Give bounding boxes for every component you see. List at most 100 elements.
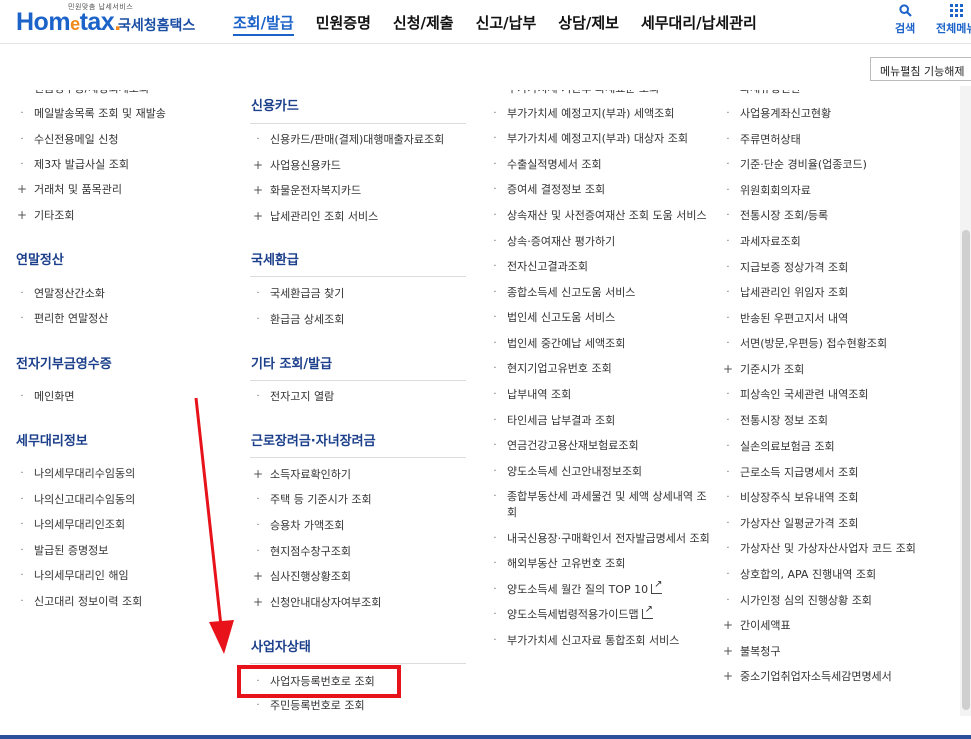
list-item[interactable]: + 기준시가 조회	[720, 363, 804, 376]
list-item[interactable]: · 제3자 발급사실 조회	[14, 159, 129, 171]
list-item[interactable]: · 피상속인 국세관련 내역조회	[720, 389, 868, 401]
list-item[interactable]: · 국세환급금 찾기	[250, 288, 344, 300]
list-item[interactable]: · 서면(방문,우편등) 접수현황조회	[720, 338, 887, 350]
list-item[interactable]: · 전통시장 조회/등록	[720, 210, 828, 222]
list-item[interactable]: · 납부내역 조회	[487, 389, 571, 401]
nav-consult-report[interactable]: 상담/제보	[547, 0, 630, 44]
list-item[interactable]: · 비상장주식 보유내역 조회	[720, 492, 858, 504]
list-item[interactable]: · 전자신고결과조회	[487, 261, 588, 273]
list-item[interactable]: + 거래처 및 품목관리	[14, 183, 122, 196]
list-item[interactable]: · 승용차 가액조회	[250, 520, 344, 532]
list-item[interactable]: + 사업용신용카드	[250, 159, 341, 172]
section-title-other-inquiry[interactable]: 기타 조회/발급	[251, 353, 332, 373]
list-item[interactable]: + 납세관리인 조회 서비스	[250, 210, 378, 223]
list-item[interactable]: + 기타조회	[14, 209, 75, 222]
section-title-credit-card[interactable]: 신용카드	[251, 95, 299, 115]
list-item[interactable]: · 나의신고대리수임동의	[14, 494, 135, 506]
section-title-tax-refund[interactable]: 국세환급	[251, 249, 299, 269]
nav-civil-certificate[interactable]: 민원증명	[305, 0, 382, 44]
list-item[interactable]: · 반송된 우편고지서 내역	[720, 313, 848, 325]
list-item[interactable]: · 위원회회의자료	[720, 185, 810, 197]
expand-plus-icon: +	[722, 644, 734, 658]
section-title-tax-agent-info[interactable]: 세무대리정보	[16, 430, 88, 450]
list-item[interactable]: · 발급된 증명정보	[14, 545, 108, 557]
list-item[interactable]: + 신청안내대상자여부조회	[250, 596, 381, 609]
list-item[interactable]: · 기준·단순 경비율(업종코드)	[720, 159, 867, 171]
list-item[interactable]: · 메인화면	[14, 391, 74, 403]
list-item[interactable]: · 양도소득세 신고안내정보조회	[487, 466, 642, 478]
section-title-electronic-donation-receipt[interactable]: 전자기부금영수증	[16, 353, 112, 373]
nav-application-submission[interactable]: 신청/제출	[382, 0, 465, 44]
list-item[interactable]: · 증여세 결정정보 조회	[487, 184, 605, 196]
list-item[interactable]: · 환급금 상세조회	[250, 314, 344, 326]
list-item[interactable]: + 화물운전자복지카드	[250, 184, 361, 197]
footer-divider	[0, 735, 971, 739]
list-item[interactable]: + 소득자료확인하기	[250, 468, 351, 481]
list-item[interactable]: · 나의세무대리수임동의	[14, 468, 135, 480]
list-item[interactable]: · 나의세무대리인 해임	[14, 570, 128, 582]
nav-inquiry-issuance[interactable]: 조회/발급	[222, 0, 305, 44]
list-item[interactable]: · 종합부동산세 과세물건 및 세액 상세내역 조	[487, 491, 706, 503]
list-item[interactable]: · 법인세 신고도움 서비스	[487, 312, 615, 324]
resident-number-inquiry-link[interactable]: · 주민등록번호로 조회	[250, 700, 364, 712]
list-item[interactable]: · 신용카드/판매(결제)대행매출자료조회	[250, 134, 444, 146]
list-item[interactable]: · 수출실적명세서 조회	[487, 159, 601, 171]
list-item[interactable]: · 연말정산간소화	[14, 288, 104, 300]
nav-report-payment[interactable]: 신고/납부	[465, 0, 548, 44]
section-title-business-status[interactable]: 사업자상태	[251, 636, 311, 656]
expand-plus-icon: +	[252, 569, 264, 583]
list-item[interactable]: · 부가가치세 기한후 과세표준 조회	[487, 90, 659, 95]
list-item[interactable]: · 내국신용장·구매확인서 전자발급명세서 조회	[487, 533, 709, 545]
list-item[interactable]: · 납세관리인 위임자 조회	[720, 287, 848, 299]
list-item[interactable]: · 지급보증 정상가격 조회	[720, 262, 848, 274]
list-item[interactable]: · 가상자산 및 가상자산사업자 코드 조회	[720, 543, 916, 555]
list-item[interactable]: + 심사진행상황조회	[250, 569, 351, 583]
list-item[interactable]: · 상속·증여재산 평가하기	[487, 236, 615, 248]
list-item[interactable]: · 실손의료보험금 조회	[720, 441, 834, 453]
list-item[interactable]: · 편리한 연말정산	[14, 313, 108, 325]
list-item[interactable]: · 주류면허상태	[720, 134, 800, 146]
list-item[interactable]: · 신고대리 정보이력 조회	[14, 596, 142, 608]
list-item[interactable]: · 메일발송목록 조회 및 재발송	[14, 108, 166, 120]
list-item[interactable]: · 상호합의, APA 진행내역 조회	[720, 569, 876, 581]
list-item[interactable]: · 부가가치세 신고자료 통합조회 서비스	[487, 635, 679, 647]
list-item[interactable]: · 사업용계좌신고현황	[720, 108, 831, 120]
hometax-logo[interactable]: 민원맞춤 납세서비스 Hometax. 국세청홈택스	[14, 2, 204, 40]
list-item[interactable]: · 부가가치세 예정고지(부과) 대상자 조회	[487, 133, 688, 145]
list-item[interactable]: · 상속재산 및 사전증여재산 조회 도움 서비스	[487, 210, 706, 222]
list-item-continuation[interactable]: 회	[487, 507, 517, 519]
list-item[interactable]: · 타인세금 납부결과 조회	[487, 415, 615, 427]
list-item[interactable]: · 현지기업고유번호 조회	[487, 363, 611, 375]
section-divider	[250, 380, 466, 381]
list-item[interactable]: · 양도소득세법령적용가이드맵	[487, 604, 653, 621]
search-button[interactable]: 검색	[895, 4, 915, 36]
section-title-year-end-settlement[interactable]: 연말정산	[16, 249, 64, 269]
list-item[interactable]: · 가상자산 일평균가격 조회	[720, 518, 858, 530]
list-item[interactable]: · 법인세 중간예납 세액조회	[487, 338, 625, 350]
list-item[interactable]: + 불복청구	[720, 644, 781, 658]
list-item[interactable]: · 수신전용메일 신청	[14, 134, 118, 146]
nav-tax-agent[interactable]: 세무대리/납세관리	[630, 0, 768, 44]
list-item[interactable]: · 부가가치세 예정고지(부과) 세액조회	[487, 108, 674, 120]
list-item[interactable]: · 현금영수증/세정회계조회	[14, 90, 149, 95]
list-item[interactable]: + 중소기업취업자소득세감면명세서	[720, 670, 892, 683]
list-item[interactable]: · 연금건강고용산재보험료조회	[487, 440, 638, 452]
list-item[interactable]: · 과세유형전환	[720, 90, 800, 95]
list-item[interactable]: · 나의세무대리인조회	[14, 519, 125, 531]
section-title-earned-income-credit[interactable]: 근로장려금·자녀장려금	[251, 430, 376, 450]
all-menu-button[interactable]: 전체메뉴	[936, 4, 971, 36]
menu-fold-toggle-button[interactable]: 메뉴펼침 기능해제	[870, 57, 971, 81]
list-item[interactable]: · 과세자료조회	[720, 236, 800, 248]
list-item[interactable]: · 주택 등 기준시가 조회	[250, 494, 371, 506]
list-item[interactable]: · 전자고지 열람	[250, 391, 334, 403]
list-item[interactable]: · 시가인정 심의 진행상황 조회	[720, 595, 872, 607]
scrollbar-thumb[interactable]	[962, 230, 970, 710]
list-item[interactable]: · 전통시장 정보 조회	[720, 415, 828, 427]
list-item[interactable]: · 근로소득 지급명세서 조회	[720, 467, 858, 479]
list-item[interactable]: · 해외부동산 고유번호 조회	[487, 558, 625, 570]
list-item[interactable]: · 양도소득세 월간 질의 TOP 10	[487, 579, 662, 596]
list-item[interactable]: · 종합소득세 신고도움 서비스	[487, 287, 635, 299]
list-item[interactable]: + 간이세액표	[720, 619, 791, 632]
section-divider	[250, 457, 466, 458]
list-item[interactable]: · 현지점수창구조회	[250, 546, 351, 558]
